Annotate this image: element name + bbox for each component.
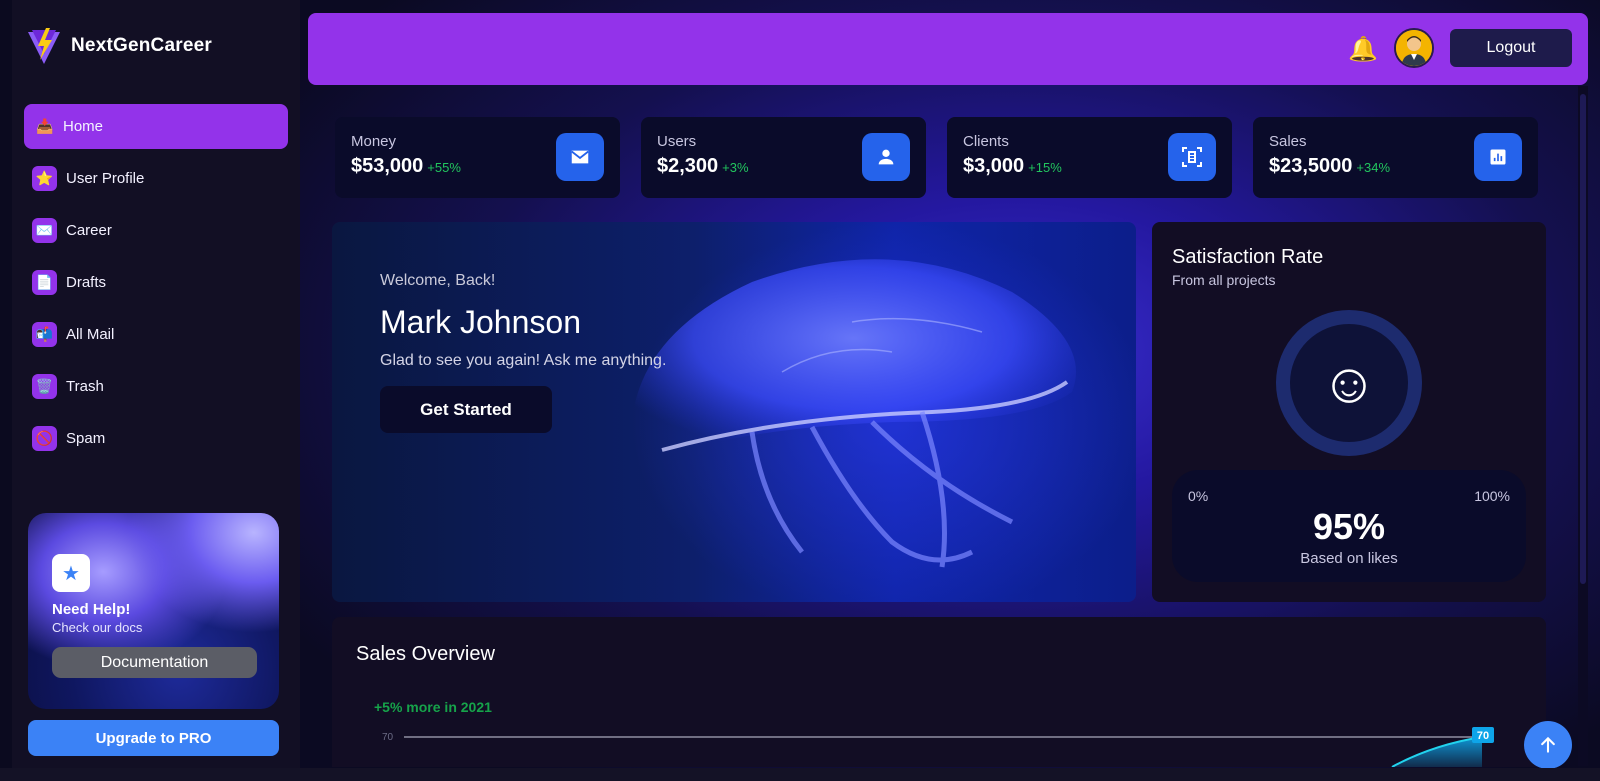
sidebar-item-career[interactable]: ✉️ Career xyxy=(24,208,288,253)
stat-label: Money xyxy=(351,133,397,150)
sales-overview-card: Sales Overview +5% more in 2021 70 70 xyxy=(332,617,1546,767)
stat-value: $2,300 +3% xyxy=(657,155,749,178)
documentation-button[interactable]: Documentation xyxy=(52,647,257,678)
sidebar: NextGenCareer 📥 Home ⭐ User Profile ✉️ C… xyxy=(12,0,300,768)
satisfaction-title: Satisfaction Rate xyxy=(1172,246,1324,268)
welcome-subtitle: Glad to see you again! Ask me anything. xyxy=(380,352,667,369)
notification-bell-icon[interactable]: 🔔 xyxy=(1348,35,1378,64)
brand-logo-icon xyxy=(28,28,60,64)
sidebar-item-user-profile[interactable]: ⭐ User Profile xyxy=(24,156,288,201)
stat-amount: $23,5000 xyxy=(1269,155,1353,177)
page-icon: 📄 xyxy=(32,270,57,295)
sidebar-item-label: Career xyxy=(66,222,112,239)
sidebar-item-label: User Profile xyxy=(66,170,145,187)
stat-change: +34% xyxy=(1356,160,1391,175)
stat-value: $23,5000 +34% xyxy=(1269,155,1390,178)
help-subtitle: Check our docs xyxy=(52,620,143,635)
sidebar-item-label: Drafts xyxy=(66,274,107,291)
scroll-to-top-button[interactable] xyxy=(1524,721,1572,769)
sidebar-item-label: Home xyxy=(63,118,104,135)
help-title: Need Help! xyxy=(52,601,131,618)
brand-name: NextGenCareer xyxy=(71,35,212,56)
stat-card-money: Money $53,000 +55% xyxy=(335,117,620,198)
sidebar-item-all-mail[interactable]: 📬 All Mail xyxy=(24,312,288,357)
satisfaction-card: Satisfaction Rate From all projects ☺ 0%… xyxy=(1152,222,1546,602)
sales-title: Sales Overview xyxy=(356,643,495,665)
stat-label: Sales xyxy=(1269,133,1307,150)
top-bar: 🔔 Logout xyxy=(308,13,1588,85)
sidebar-item-spam[interactable]: 🚫 Spam xyxy=(24,416,288,461)
stat-change: +15% xyxy=(1028,160,1062,175)
user-icon xyxy=(862,133,910,181)
welcome-greeting: Welcome, Back! xyxy=(380,272,496,289)
stat-amount: $3,000 xyxy=(963,155,1025,177)
data-label: 70 xyxy=(1477,730,1489,742)
y-tick-label: 70 xyxy=(382,732,394,743)
satisfaction-gauge: ☺ xyxy=(1276,310,1422,456)
envelope-icon: ✉️ xyxy=(32,218,57,243)
scrollbar[interactable] xyxy=(1578,86,1588,766)
sidebar-item-label: All Mail xyxy=(66,326,115,343)
stat-change: +3% xyxy=(722,160,749,175)
avatar[interactable] xyxy=(1394,28,1434,68)
mail-icon xyxy=(556,133,604,181)
sales-chart: 70 70 xyxy=(382,727,1494,767)
user-avatar-icon xyxy=(1396,30,1432,66)
help-card: ★ Need Help! Check our docs Documentatio… xyxy=(28,513,279,709)
satisfaction-value: 95% xyxy=(1312,506,1386,547)
sidebar-item-trash[interactable]: 🗑️ Trash xyxy=(24,364,288,409)
stat-value: $53,000 +55% xyxy=(351,155,461,178)
mailbox-icon: 📬 xyxy=(32,322,57,347)
stat-value: $3,000 +15% xyxy=(963,155,1062,178)
wastebasket-icon: 🗑️ xyxy=(32,374,57,399)
satisfaction-note: Based on likes xyxy=(1300,550,1398,567)
stat-card-sales: Sales $23,5000 +34% xyxy=(1253,117,1538,198)
stat-amount: $2,300 xyxy=(657,155,719,177)
brand[interactable]: NextGenCareer xyxy=(26,26,212,66)
stat-amount: $53,000 xyxy=(351,155,424,177)
smiley-icon: ☺ xyxy=(1320,351,1378,414)
star-icon: ★ xyxy=(52,554,90,592)
star-icon: ⭐ xyxy=(32,166,57,191)
inbox-tray-icon: 📥 xyxy=(36,118,54,134)
satisfaction-summary: 0% 100% 95% Based on likes xyxy=(1172,470,1526,582)
series-area xyxy=(1392,737,1482,767)
stat-change: +55% xyxy=(427,160,461,175)
document-scan-icon xyxy=(1168,133,1216,181)
satisfaction-subtitle: From all projects xyxy=(1172,272,1276,288)
sidebar-nav: 📥 Home ⭐ User Profile ✉️ Career 📄 Drafts… xyxy=(24,104,288,468)
sidebar-item-drafts[interactable]: 📄 Drafts xyxy=(24,260,288,305)
stat-card-clients: Clients $3,000 +15% xyxy=(947,117,1232,198)
window-bottom-edge xyxy=(0,768,1600,781)
sales-growth-note: +5% more in 2021 xyxy=(374,699,492,715)
arrow-up-icon xyxy=(1541,736,1555,753)
scrollbar-thumb[interactable] xyxy=(1580,94,1586,584)
bar-chart-icon xyxy=(1474,133,1522,181)
no-entry-icon: 🚫 xyxy=(32,426,57,451)
stat-label: Users xyxy=(657,133,697,150)
stat-card-users: Users $2,300 +3% xyxy=(641,117,926,198)
sidebar-item-label: Trash xyxy=(66,378,104,395)
upgrade-pro-button[interactable]: Upgrade to PRO xyxy=(28,720,279,756)
sidebar-item-label: Spam xyxy=(66,430,106,447)
gauge-max-label: 100% xyxy=(1474,488,1510,504)
gauge-min-label: 0% xyxy=(1188,488,1209,504)
sidebar-item-home[interactable]: 📥 Home xyxy=(24,104,288,149)
logout-button[interactable]: Logout xyxy=(1450,29,1572,67)
stat-label: Clients xyxy=(963,133,1009,150)
get-started-button[interactable]: Get Started xyxy=(380,386,552,433)
welcome-card: Welcome, Back! Mark Johnson Glad to see … xyxy=(332,222,1136,602)
welcome-user-name: Mark Johnson xyxy=(380,304,581,340)
